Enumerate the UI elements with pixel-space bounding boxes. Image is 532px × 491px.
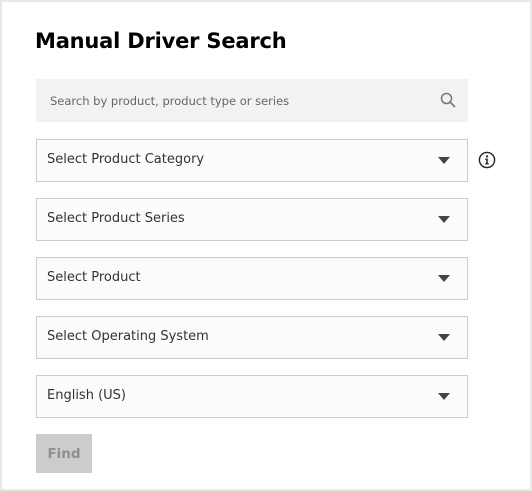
- info-icon[interactable]: [478, 151, 496, 169]
- product-series-select[interactable]: Select Product Series: [36, 198, 468, 241]
- operating-system-select[interactable]: Select Operating System: [36, 316, 468, 359]
- select-label: English (US): [47, 388, 126, 403]
- select-label: Select Product Category: [47, 152, 205, 167]
- driver-search-panel: Manual Driver Search Select Product Cate…: [2, 2, 530, 489]
- select-label: Select Product Series: [47, 211, 185, 226]
- search-box: [36, 79, 468, 122]
- chevron-down-icon: [438, 275, 450, 282]
- search-icon[interactable]: [440, 92, 456, 108]
- language-select[interactable]: English (US): [36, 375, 468, 418]
- product-category-select[interactable]: Select Product Category: [36, 139, 468, 182]
- page-title: Manual Driver Search: [35, 29, 287, 53]
- product-select[interactable]: Select Product: [36, 257, 468, 300]
- find-button[interactable]: Find: [36, 434, 92, 473]
- chevron-down-icon: [438, 334, 450, 341]
- chevron-down-icon: [438, 157, 450, 164]
- chevron-down-icon: [438, 393, 450, 400]
- select-label: Select Operating System: [47, 329, 209, 344]
- chevron-down-icon: [438, 216, 450, 223]
- search-input[interactable]: [36, 79, 428, 122]
- select-label: Select Product: [47, 270, 141, 285]
